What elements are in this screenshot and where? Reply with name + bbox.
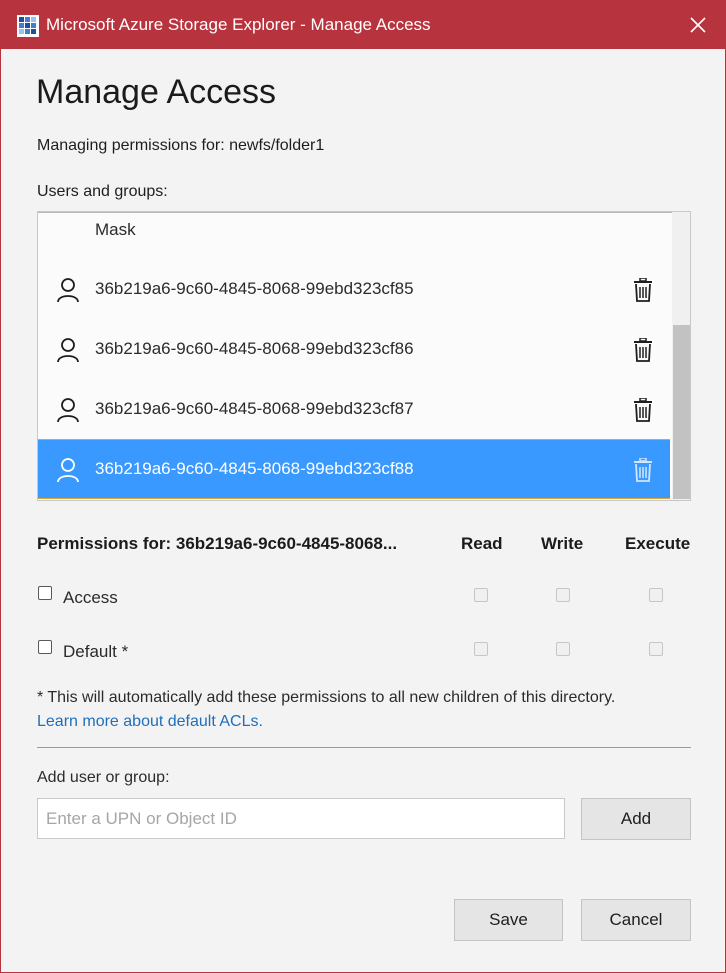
add-user-group-label: Add user or group:	[37, 769, 170, 786]
page-title: Manage Access	[36, 73, 277, 111]
trash-icon[interactable]	[632, 278, 654, 302]
default-label: Default *	[63, 642, 129, 661]
list-item-user-selected[interactable]: 36b219a6-9c60-4845-8068-99ebd323cf88	[38, 439, 670, 499]
user-id-label: 36b219a6-9c60-4845-8068-99ebd323cf87	[95, 399, 414, 418]
user-icon	[57, 458, 79, 483]
scrollbar-thumb[interactable]	[673, 325, 690, 499]
window-title: Microsoft Azure Storage Explorer - Manag…	[46, 15, 431, 34]
access-read-checkbox[interactable]	[474, 588, 488, 602]
default-read-checkbox[interactable]	[474, 642, 488, 656]
save-button[interactable]: Save	[454, 899, 563, 941]
access-execute-checkbox[interactable]	[649, 588, 663, 602]
list-item-user[interactable]: 36b219a6-9c60-4845-8068-99ebd323cf85	[38, 260, 670, 320]
azure-storage-explorer-icon	[17, 15, 39, 37]
column-write: Write	[541, 534, 584, 553]
user-id-label: 36b219a6-9c60-4845-8068-99ebd323cf88	[95, 459, 414, 478]
user-icon	[57, 338, 79, 363]
user-icon	[57, 398, 79, 423]
close-icon	[690, 17, 706, 33]
column-execute: Execute	[625, 534, 691, 553]
users-groups-list[interactable]: Mask 36b219a6-9c60-4845-8068-99ebd323cf8…	[37, 211, 691, 501]
learn-more-link[interactable]: Learn more about default ACLs.	[37, 711, 263, 733]
list-scrollbar[interactable]	[672, 212, 690, 500]
close-button[interactable]	[671, 1, 725, 49]
default-execute-checkbox[interactable]	[649, 642, 663, 656]
manage-access-dialog: Microsoft Azure Storage Explorer - Manag…	[0, 0, 726, 973]
managing-path-text: Managing permissions for: newfs/folder1	[37, 137, 325, 154]
title-bar: Microsoft Azure Storage Explorer - Manag…	[1, 1, 725, 49]
add-button[interactable]: Add	[581, 798, 691, 840]
trash-icon[interactable]	[632, 338, 654, 362]
cancel-button[interactable]: Cancel	[581, 899, 691, 941]
list-item-user[interactable]: 36b219a6-9c60-4845-8068-99ebd323cf87	[38, 380, 670, 440]
default-write-checkbox[interactable]	[556, 642, 570, 656]
permissions-for-header: Permissions for: 36b219a6-9c60-4845-8068…	[37, 534, 398, 553]
section-divider	[37, 747, 691, 748]
users-groups-label: Users and groups:	[37, 183, 168, 200]
mask-label: Mask	[95, 220, 136, 239]
user-id-label: 36b219a6-9c60-4845-8068-99ebd323cf86	[95, 339, 414, 358]
trash-icon[interactable]	[632, 458, 654, 482]
user-id-label: 36b219a6-9c60-4845-8068-99ebd323cf85	[95, 279, 414, 298]
trash-icon[interactable]	[632, 398, 654, 422]
access-write-checkbox[interactable]	[556, 588, 570, 602]
user-icon	[57, 278, 79, 303]
access-label: Access	[63, 588, 118, 607]
upn-object-id-input[interactable]	[37, 798, 565, 839]
access-checkbox[interactable]	[38, 586, 52, 600]
default-note: * This will automatically add these perm…	[37, 689, 616, 706]
list-item-user[interactable]: 36b219a6-9c60-4845-8068-99ebd323cf86	[38, 320, 670, 380]
column-read: Read	[461, 534, 503, 553]
default-checkbox[interactable]	[38, 640, 52, 654]
